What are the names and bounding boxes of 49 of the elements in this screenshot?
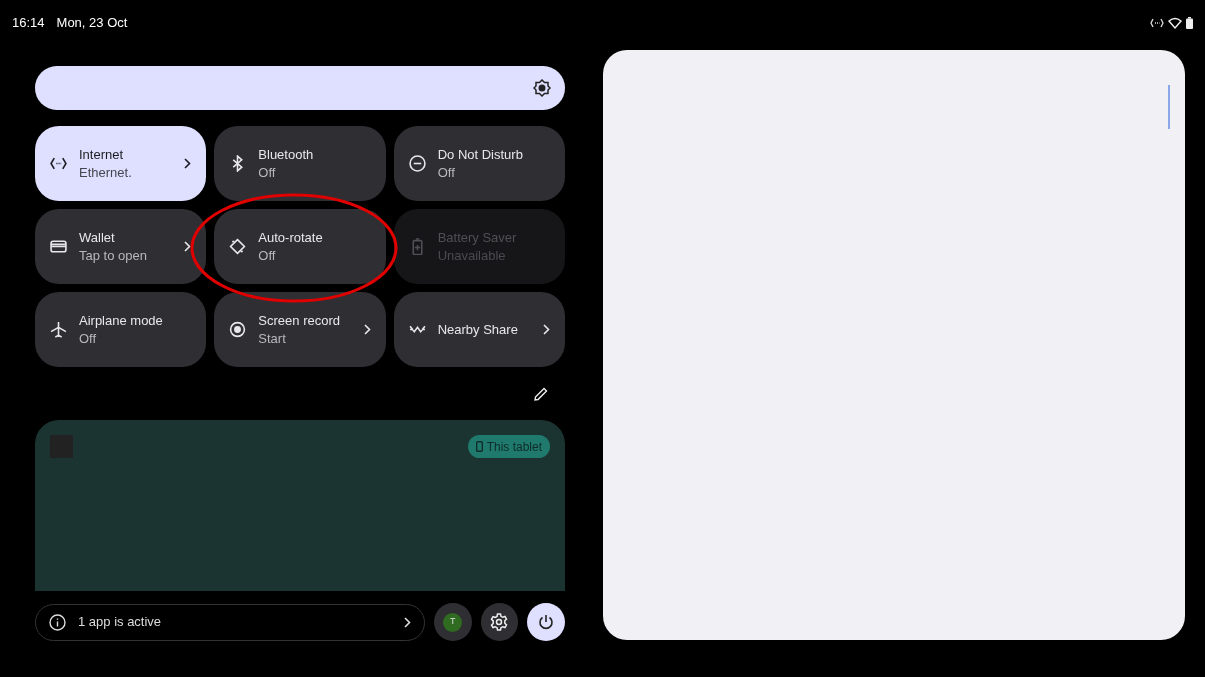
- tile-label: Internet: [79, 145, 125, 164]
- battery-icon: [1186, 17, 1193, 29]
- power-icon: [538, 614, 555, 630]
- tile-status: Off: [437, 163, 456, 182]
- brightness-icon: [533, 79, 551, 97]
- wallet-icon: [50, 238, 67, 255]
- tile-label: Do Not Disturb: [437, 145, 523, 164]
- tile-label: Bluetooth: [258, 145, 314, 164]
- scrollbar: [1168, 85, 1170, 129]
- settings-button[interactable]: [480, 603, 519, 641]
- quick-settings-tile[interactable]: Nearby Share: [393, 292, 565, 367]
- tile-status: Unavailable: [437, 246, 507, 265]
- do-not-disturb-icon: [408, 155, 426, 172]
- edit-pencil-icon[interactable]: [534, 386, 548, 401]
- tile-label: Nearby Share: [437, 320, 518, 339]
- user-switcher-button[interactable]: T: [433, 603, 472, 641]
- quick-settings-tile[interactable]: Wallet Tap to open: [35, 209, 207, 284]
- brightness-slider[interactable]: [35, 66, 565, 110]
- quick-settings-tile[interactable]: Bluetooth Off: [214, 126, 386, 201]
- power-button[interactable]: [527, 603, 565, 641]
- tile-status: Off: [258, 246, 277, 265]
- tile-status: Off: [79, 329, 98, 348]
- clock: 16:14: [12, 14, 45, 33]
- ethernet-icon: [50, 155, 67, 172]
- tile-label: Battery Saver: [437, 228, 517, 247]
- tile-label: Wallet: [79, 228, 116, 247]
- tile-status: Off: [258, 163, 277, 182]
- quick-settings-tile[interactable]: Screen record Start: [214, 292, 386, 367]
- tile-status: Tap to open: [79, 246, 147, 265]
- tile-status: Ethernet.: [79, 163, 132, 182]
- tile-label: Airplane mode: [79, 311, 163, 330]
- rotate-icon: [229, 238, 247, 255]
- tablet-icon: [475, 441, 483, 452]
- chevron-right-icon: [403, 616, 411, 628]
- quick-settings-tile[interactable]: Do Not Disturb Off: [393, 126, 565, 201]
- airplane-icon: [50, 321, 67, 338]
- user-avatar: T: [443, 612, 463, 632]
- tile-status: Start: [258, 329, 287, 348]
- quick-settings-tile[interactable]: Airplane mode Off: [35, 292, 207, 367]
- quick-settings-tile[interactable]: Internet Ethernet.: [35, 126, 207, 201]
- info-icon: [49, 613, 66, 631]
- quick-settings-tile[interactable]: Auto-rotate Off: [214, 209, 386, 284]
- ethernet-icon: [1150, 18, 1164, 28]
- tile-label: Auto-rotate: [258, 228, 323, 247]
- record-icon: [229, 321, 247, 338]
- wifi-icon: [1168, 17, 1182, 29]
- settings-icon: [490, 613, 509, 631]
- tile-label: Screen record: [258, 311, 340, 330]
- date: Mon, 23 Oct: [56, 14, 128, 33]
